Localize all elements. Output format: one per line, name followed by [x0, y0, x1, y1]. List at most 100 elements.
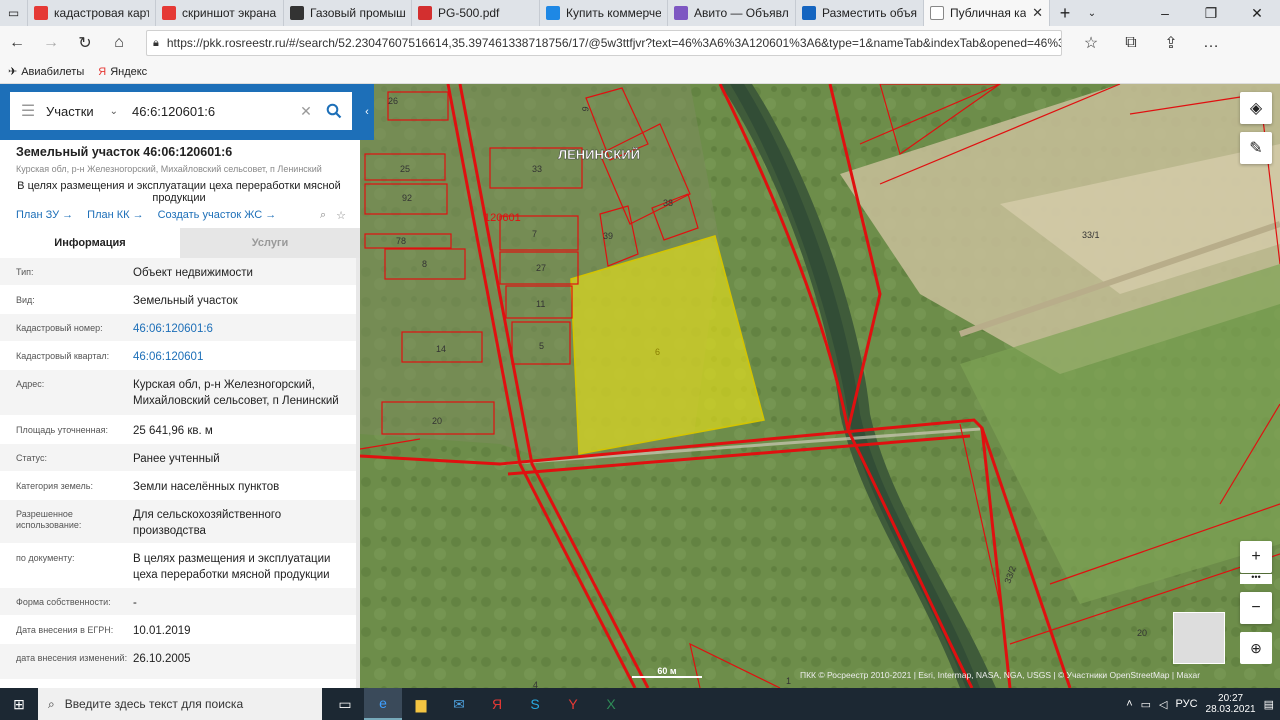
new-tab-button[interactable]: + — [1050, 0, 1080, 26]
volume-icon[interactable]: ◁ — [1159, 698, 1167, 711]
attribute-value: Земли населённых пунктов — [133, 481, 280, 493]
address-bar[interactable]: 🔒︎ https://pkk.rosreestr.ru/#/search/52.… — [146, 30, 1062, 56]
clock-date: 28.03.2021 — [1205, 704, 1256, 715]
compass-icon[interactable]: ⊕ — [1240, 632, 1272, 664]
zoom-out-button[interactable]: − — [1240, 592, 1272, 624]
attribute-row: Кадастровый квартал: 46:06:120601 — [0, 342, 356, 370]
overview-minimap[interactable] — [1173, 612, 1225, 664]
favorite-star-icon[interactable]: ☆ — [336, 209, 346, 222]
search-input[interactable]: 46:6:120601:6 — [124, 104, 296, 119]
parcel-label: 4 — [533, 680, 538, 688]
tab-list-dropdown-icon[interactable]: ⌄ — [1080, 0, 1104, 26]
parcel-label: 25 — [400, 164, 410, 174]
taskbar-search-placeholder: Введите здесь текст для поиска — [64, 697, 244, 711]
search-type-select[interactable]: Участки ⌄ — [46, 104, 124, 119]
skype-icon[interactable]: S — [516, 688, 554, 720]
close-tab-icon[interactable]: ✕ — [1032, 5, 1043, 21]
attribute-row: дата внесения изменений: 26.10.2005 — [0, 644, 356, 680]
back-button[interactable]: ← — [0, 28, 34, 58]
notifications-icon[interactable]: ▤ — [1264, 698, 1274, 711]
clock[interactable]: 20:27 28.03.2021 — [1206, 693, 1256, 715]
zoom-more-icon[interactable]: ••• — [1240, 573, 1272, 584]
attribute-value: Объект недвижимости — [133, 267, 253, 279]
collapse-panel-button[interactable]: ‹ — [360, 84, 374, 140]
yandex-icon[interactable]: Y — [554, 688, 592, 720]
browser-tab[interactable]: Купить коммерческ — [540, 0, 668, 26]
browser-tab-strip: ▭ кадастровая карта г скриншот экрана кс Г… — [0, 0, 1280, 26]
attribute-value: 25 641,96 кв. м — [133, 425, 213, 437]
maximize-button[interactable]: ❐ — [1188, 0, 1234, 26]
browser-tab[interactable]: Разместить объявле — [796, 0, 924, 26]
attribute-row: Форма собственности: - — [0, 588, 356, 616]
close-window-button[interactable]: ✕ — [1234, 0, 1280, 26]
create-parcel-link[interactable]: Создать участок ЖС → — [158, 209, 277, 222]
parcel-label: 11 — [536, 299, 545, 309]
attribute-value: 26.10.2005 — [133, 653, 191, 665]
attribute-label: Адрес: — [16, 379, 45, 389]
parcel-title: Земельный участок 46:06:120601:6 — [16, 145, 233, 159]
network-icon[interactable]: ▭ — [1141, 698, 1151, 711]
search-icon[interactable] — [316, 92, 352, 130]
attribute-value: 10.01.2019 — [133, 625, 191, 637]
tab-title: скриншот экрана кс — [182, 6, 277, 20]
map-attribution: ПКК © Росреестр 2010-2021 | Esri, Interm… — [800, 670, 1201, 680]
browser-tab[interactable]: скриншот экрана кс — [156, 0, 284, 26]
parcel-label: 20 — [1137, 628, 1147, 638]
attribute-label: Разрешенное использование: — [16, 509, 82, 530]
plane-icon: ✈ — [8, 66, 18, 78]
reload-button[interactable]: ↻ — [68, 28, 102, 58]
bookmark-yandex[interactable]: Я Яндекс — [98, 66, 147, 78]
tab-favicon-icon — [674, 6, 688, 20]
bookmark-aviabilety[interactable]: ✈ Авиабилеты — [8, 65, 84, 78]
browser-tab[interactable]: PG-500.pdf — [412, 0, 540, 26]
plan-zu-link[interactable]: План ЗУ → — [16, 209, 73, 222]
home-button[interactable]: ⌂ — [102, 28, 136, 58]
quarter-label: 120601 — [484, 212, 521, 224]
tab-title: кадастровая карта г — [54, 6, 149, 20]
tab-services[interactable]: Услуги — [180, 228, 360, 258]
link-label: Создать участок ЖС — [157, 209, 263, 221]
taskbar-search-input[interactable]: ⌕ Введите здесь текст для поиска — [38, 688, 322, 720]
attribute-label: Кадастровый квартал: — [16, 351, 110, 361]
parcel-links: План ЗУ → План КК → Создать участок ЖС →… — [16, 209, 346, 222]
attribute-row: Дата внесения в ЕГРН: 10.01.2019 — [0, 616, 356, 644]
more-menu-icon[interactable]: … — [1194, 28, 1228, 58]
tab-actions-icon[interactable]: ▭ — [0, 0, 28, 26]
yandex-browser-icon[interactable]: Я — [478, 688, 516, 720]
clear-icon[interactable]: ✕ — [296, 103, 316, 120]
search-icon: ⌕ — [48, 696, 55, 711]
url-text: https://pkk.rosreestr.ru/#/search/52.230… — [166, 36, 1062, 50]
layers-icon[interactable]: ◈ — [1240, 92, 1272, 124]
windows-start-icon[interactable]: ⊞ — [0, 696, 38, 713]
browser-tab[interactable]: Публичная када ✕ — [924, 0, 1050, 26]
yandex-icon: Я — [98, 65, 107, 78]
edge-browser-icon[interactable]: e — [364, 688, 402, 720]
browser-tab[interactable]: кадастровая карта г — [28, 0, 156, 26]
measure-ruler-icon[interactable]: ✎ — [1240, 132, 1272, 164]
attribute-value-link[interactable]: 46:06:120601 — [133, 342, 356, 369]
share-icon[interactable]: ⇪ — [1154, 28, 1188, 58]
mail-icon[interactable]: ✉ — [440, 688, 478, 720]
browser-tab[interactable]: Газовый промышле — [284, 0, 412, 26]
tab-title: Публичная када — [950, 6, 1027, 20]
parcel-label: 33/1 — [1082, 230, 1100, 240]
favorites-icon[interactable]: ☆ — [1074, 28, 1108, 58]
excel-icon[interactable]: X — [592, 688, 630, 720]
collections-icon[interactable]: ⧉ — [1114, 28, 1148, 58]
tray-chevron-icon[interactable]: ˄ — [1126, 698, 1132, 710]
menu-icon[interactable]: ☰ — [10, 101, 46, 121]
map-view[interactable]: 26 25 92 78 8 14 20 33 7 27 11 5 38 39 6… — [360, 84, 1280, 688]
browser-tab[interactable]: Авито — Объявлени — [668, 0, 796, 26]
zoom-in-button[interactable]: + — [1240, 541, 1272, 573]
task-view-icon[interactable]: ▭ — [326, 688, 364, 720]
zoom-to-icon[interactable]: ⌕ — [320, 209, 326, 222]
minimize-button[interactable]: – — [1142, 0, 1188, 26]
file-explorer-icon[interactable]: ▆ — [402, 688, 440, 720]
language-indicator[interactable]: РУС — [1176, 698, 1198, 710]
plan-kk-link[interactable]: План КК → — [87, 209, 143, 222]
attribute-value-link[interactable]: 46:06:120601:6 — [133, 314, 356, 341]
parcel-label: 26 — [388, 96, 398, 106]
attribute-value: Земельный участок — [133, 295, 238, 307]
forward-button[interactable]: → — [34, 28, 68, 58]
tab-information[interactable]: Информация — [0, 228, 180, 258]
